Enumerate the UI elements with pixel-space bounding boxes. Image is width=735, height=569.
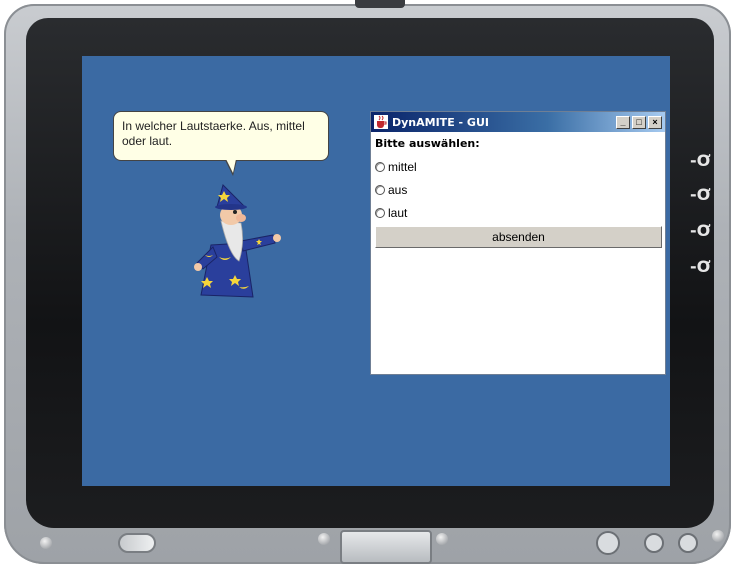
hardware-button-2[interactable] [644, 533, 664, 553]
submit-button[interactable]: absenden [375, 226, 662, 248]
window-titlebar[interactable]: DynAMITE - GUI _ □ × [371, 112, 665, 132]
window-body: Bitte auswählen: mittel aus laut absende… [371, 132, 665, 248]
radio-button[interactable] [375, 161, 385, 172]
side-indicator-3[interactable]: -Ơ [690, 222, 714, 240]
side-indicator-4[interactable]: -Ơ [690, 258, 714, 276]
option-label: laut [388, 205, 408, 220]
speech-bubble-tail-fill [226, 159, 236, 173]
screen-latch[interactable] [340, 530, 432, 564]
hardware-button-1[interactable] [596, 531, 620, 555]
hardware-dot [318, 533, 330, 545]
close-button[interactable]: × [648, 115, 662, 129]
option-aus[interactable]: aus [375, 178, 661, 201]
window-title: DynAMITE - GUI [392, 115, 489, 129]
speech-bubble: In welcher Lautstaerke. Aus, mittel oder… [113, 111, 329, 161]
radio-button[interactable] [375, 207, 385, 218]
minimize-button[interactable]: _ [616, 115, 630, 129]
maximize-icon: □ [636, 116, 642, 127]
wizard-character [194, 184, 281, 298]
option-label: mittel [388, 159, 417, 174]
side-indicator-1[interactable]: -Ơ [690, 152, 714, 170]
maximize-button[interactable]: □ [632, 115, 646, 129]
hardware-dot-left [40, 537, 52, 549]
hardware-dot-right [712, 530, 724, 542]
radio-button[interactable] [375, 184, 385, 195]
prompt-label: Bitte auswählen: [375, 137, 480, 150]
java-cup-icon [374, 115, 388, 129]
dynamite-gui-window[interactable]: DynAMITE - GUI _ □ × Bitte auswählen: mi… [370, 111, 666, 375]
option-label: aus [388, 182, 408, 197]
tablet-hinge [355, 0, 405, 8]
speech-text: In welcher Lautstaerke. Aus, mittel oder… [122, 119, 305, 148]
hardware-dot [436, 533, 448, 545]
power-switch[interactable] [118, 533, 156, 553]
minimize-icon: _ [620, 116, 626, 127]
side-indicator-2[interactable]: -Ơ [690, 186, 714, 204]
hardware-button-3[interactable] [678, 533, 698, 553]
option-mittel[interactable]: mittel [375, 155, 661, 178]
option-laut[interactable]: laut [375, 201, 661, 224]
close-icon: × [652, 116, 658, 127]
